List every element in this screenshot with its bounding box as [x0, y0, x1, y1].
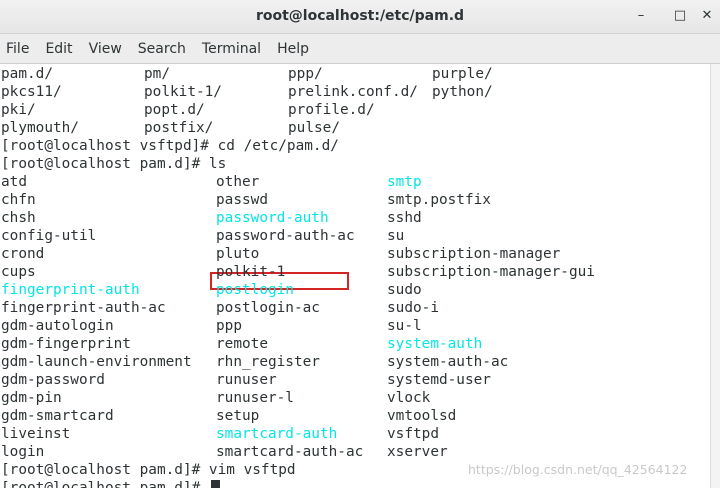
dir-entry: profile.d/ — [288, 102, 375, 118]
menu-view[interactable]: View — [89, 41, 122, 57]
dir-entry: python/ — [432, 84, 493, 100]
file-entry: setup — [216, 408, 260, 424]
terminal-output[interactable]: pam.d/pm/ppp/purple/pkcs11/polkit-1/prel… — [0, 64, 710, 488]
file-entry: liveinst — [1, 426, 71, 442]
dir-entry: pkcs11/ — [1, 84, 62, 100]
text-cursor — [210, 480, 220, 488]
file-entry: smtp.postfix — [387, 192, 491, 208]
dir-entry: pam.d/ — [1, 66, 53, 82]
file-entry: gdm-pin — [1, 390, 62, 406]
dir-entry: pulse/ — [288, 120, 340, 136]
file-entry: gdm-smartcard — [1, 408, 114, 424]
file-entry: system-auth-ac — [387, 354, 509, 370]
dir-entry: prelink.conf.d/ — [288, 84, 418, 100]
file-entry: smtp — [387, 174, 422, 190]
file-entry: atd — [1, 174, 27, 190]
file-entry: chsh — [1, 210, 36, 226]
terminal-scrollbar[interactable] — [710, 64, 720, 488]
dir-entry: pm/ — [144, 66, 170, 82]
file-entry: gdm-fingerprint — [1, 336, 131, 352]
file-entry: runuser — [216, 372, 277, 388]
file-entry: vsftpd — [387, 426, 439, 442]
file-entry: sudo-i — [387, 300, 439, 316]
command-text: [root@localhost pam.d]# ls — [1, 156, 227, 172]
file-entry: crond — [1, 246, 45, 262]
dir-entry: polkit-1/ — [144, 84, 222, 100]
file-entry: postlogin-ac — [216, 300, 320, 316]
file-entry: cups — [1, 264, 36, 280]
file-entry: ppp — [216, 318, 242, 334]
file-entry: password-auth — [216, 210, 329, 226]
dir-entry: purple/ — [432, 66, 493, 82]
file-entry: su-l — [387, 318, 422, 334]
close-button[interactable]: ✕ — [697, 6, 717, 26]
file-entry: postlogin — [216, 282, 294, 298]
file-entry: subscription-manager — [387, 246, 561, 262]
window-title: root@localhost:/etc/pam.d — [255, 8, 465, 24]
file-entry: system-auth — [387, 336, 483, 352]
file-entry: runuser-l — [216, 390, 294, 406]
file-entry: rhn_register — [216, 354, 320, 370]
watermark-text: https://blog.csdn.net/qq_42564122 — [468, 462, 688, 477]
file-entry: subscription-manager-gui — [387, 264, 595, 280]
file-entry: xserver — [387, 444, 448, 460]
file-entry: smartcard-auth-ac — [216, 444, 364, 460]
file-entry: polkit-1 — [216, 264, 286, 280]
file-entry: sudo — [387, 282, 422, 298]
file-entry: config-util — [1, 228, 97, 244]
file-entry: vmtoolsd — [387, 408, 457, 424]
file-entry: other — [216, 174, 260, 190]
maximize-button[interactable]: □ — [670, 6, 690, 26]
menu-help[interactable]: Help — [277, 41, 309, 57]
dir-entry: pki/ — [1, 102, 36, 118]
menu-file[interactable]: File — [6, 41, 29, 57]
dir-entry: plymouth/ — [1, 120, 79, 136]
prompt-text: [root@localhost pam.d]# — [1, 479, 220, 488]
command-text: [root@localhost pam.d]# vim vsftpd — [1, 462, 296, 478]
file-entry: pluto — [216, 246, 260, 262]
file-entry: gdm-launch-environment — [1, 354, 192, 370]
file-entry: sshd — [387, 210, 422, 226]
file-entry: gdm-password — [1, 372, 105, 388]
file-entry: chfn — [1, 192, 36, 208]
dir-entry: ppp/ — [288, 66, 323, 82]
file-entry: su — [387, 228, 405, 244]
file-entry: password-auth-ac — [216, 228, 355, 244]
file-entry: passwd — [216, 192, 268, 208]
file-entry: smartcard-auth — [216, 426, 338, 442]
menu-bar: File Edit View Search Terminal Help — [0, 34, 720, 64]
minimize-button[interactable]: – — [631, 6, 651, 26]
file-entry: vlock — [387, 390, 431, 406]
menu-search[interactable]: Search — [138, 41, 186, 57]
file-entry: fingerprint-auth — [1, 282, 140, 298]
command-text: [root@localhost vsftpd]# cd /etc/pam.d/ — [1, 138, 339, 154]
file-entry: fingerprint-auth-ac — [1, 300, 166, 316]
dir-entry: postfix/ — [144, 120, 214, 136]
dir-entry: popt.d/ — [144, 102, 205, 118]
file-entry: remote — [216, 336, 268, 352]
menu-edit[interactable]: Edit — [45, 41, 72, 57]
file-entry: login — [1, 444, 45, 460]
title-bar: root@localhost:/etc/pam.d – □ ✕ — [0, 0, 720, 34]
file-entry: gdm-autologin — [1, 318, 114, 334]
file-entry: systemd-user — [387, 372, 491, 388]
menu-terminal[interactable]: Terminal — [202, 41, 261, 57]
